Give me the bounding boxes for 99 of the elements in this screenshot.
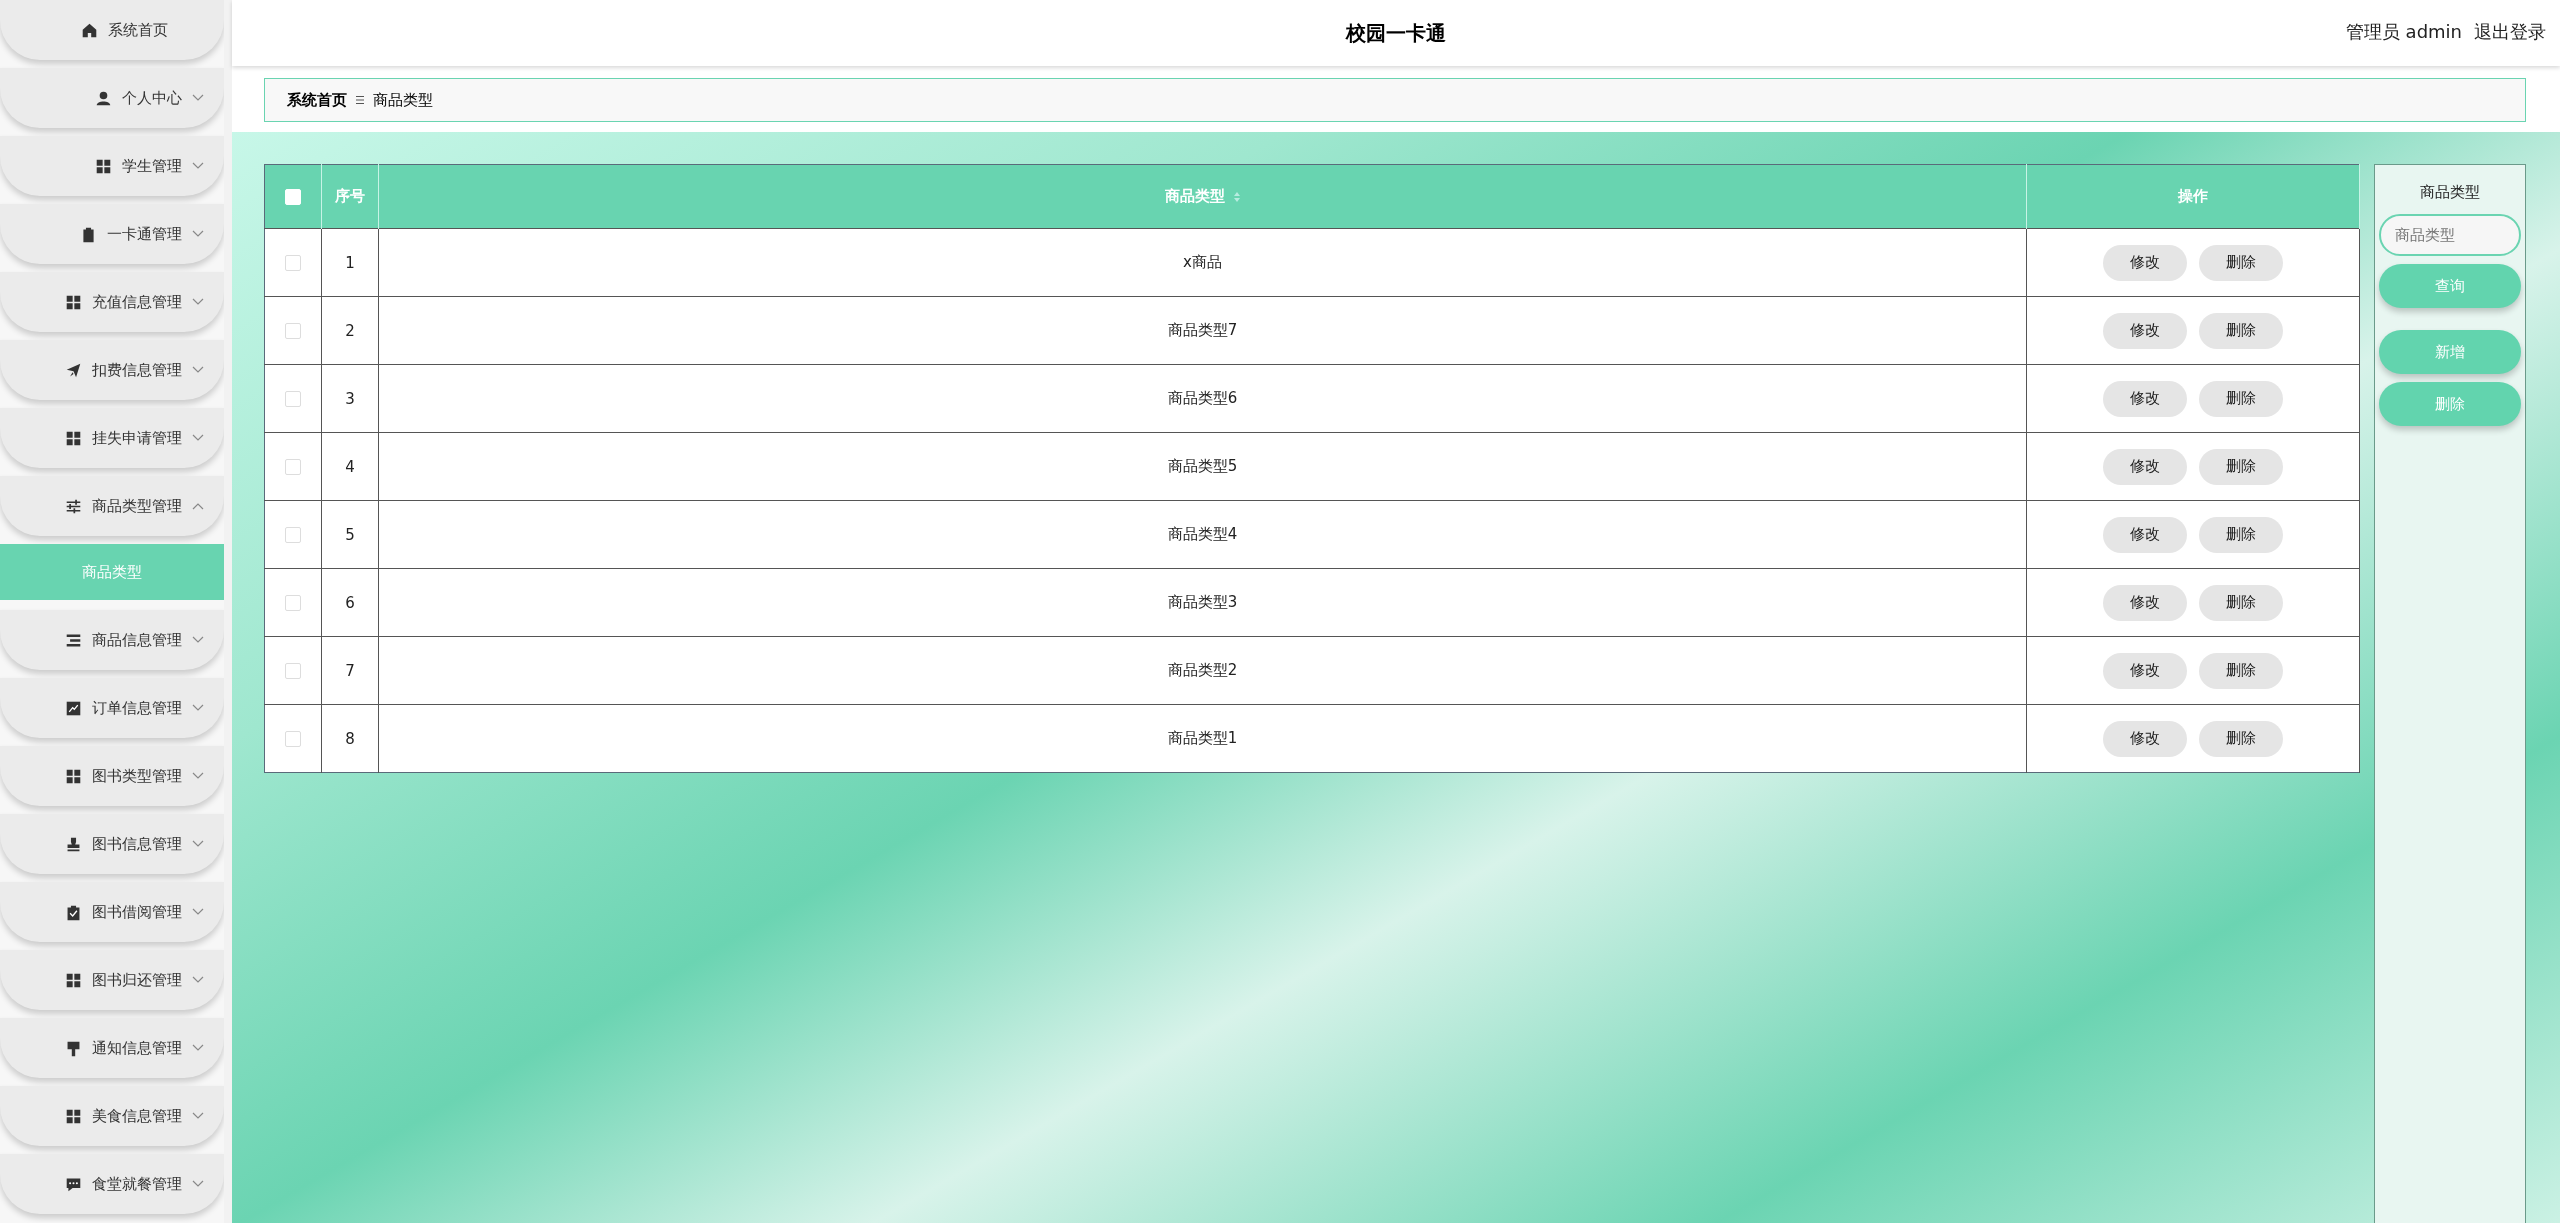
chevron-down-icon — [192, 636, 204, 644]
table-cell: 3 — [321, 364, 379, 433]
checkbox[interactable] — [285, 255, 301, 271]
table-cell: 商品类型5 — [378, 432, 2027, 501]
delete-button[interactable]: 删除 — [2199, 380, 2283, 417]
table-cell: 5 — [321, 500, 379, 569]
chevron-down-icon — [192, 704, 204, 712]
logout-link[interactable]: 退出登录 — [2474, 20, 2546, 44]
checkbox[interactable] — [285, 323, 301, 339]
table-cell: 6 — [321, 568, 379, 637]
table-cell: 商品类型7 — [378, 296, 2027, 365]
sidebar-item[interactable]: 扣费信息管理 — [0, 340, 224, 400]
chevron-down-icon — [192, 908, 204, 916]
delete-button[interactable]: 删除 — [2199, 516, 2283, 553]
table-cell: 1 — [321, 228, 379, 297]
table-cell: 4 — [321, 432, 379, 501]
checkbox[interactable] — [285, 459, 301, 475]
user-label: 管理员 admin — [2345, 20, 2462, 44]
edit-button[interactable]: 修改 — [2103, 312, 2187, 349]
sidebar-item[interactable]: 食堂就餐管理 — [0, 1154, 224, 1214]
grid-icon — [65, 293, 82, 311]
column-header: 序号 — [335, 187, 365, 205]
sidebar-item[interactable]: 系统首页 — [0, 0, 224, 60]
chevron-up-icon — [192, 502, 204, 510]
chevron-down-icon — [192, 162, 204, 170]
clipboard-icon — [80, 225, 97, 243]
signpost-icon — [65, 1039, 82, 1057]
table-cell: 8 — [321, 704, 379, 773]
edit-button[interactable]: 修改 — [2103, 244, 2187, 281]
paper-plane-icon — [65, 361, 82, 379]
chevron-down-icon — [192, 772, 204, 780]
delete-button[interactable]: 删除 — [2199, 312, 2283, 349]
table-cell: 商品类型3 — [378, 568, 2027, 637]
edit-button[interactable]: 修改 — [2103, 448, 2187, 485]
sidebar-item[interactable]: 图书类型管理 — [0, 746, 224, 806]
sidebar-item[interactable]: 挂失申请管理 — [0, 408, 224, 468]
delete-button[interactable]: 删除 — [2199, 244, 2283, 281]
chevron-down-icon — [192, 840, 204, 848]
grid-icon — [95, 157, 112, 175]
table-cell: 商品类型4 — [378, 500, 2027, 569]
home-icon — [81, 21, 98, 39]
checkbox[interactable] — [285, 527, 301, 543]
sidebar-item[interactable]: 一卡通管理 — [0, 204, 224, 264]
sidebar-item[interactable]: 商品类型管理 — [0, 476, 224, 536]
field-label: 商品类型 — [2420, 183, 2480, 202]
edit-button[interactable]: 修改 — [2103, 380, 2187, 417]
sidebar-item[interactable]: 个人中心 — [0, 68, 224, 128]
sidebar-item[interactable]: 图书借阅管理 — [0, 882, 224, 942]
sidebar-item[interactable]: 图书信息管理 — [0, 814, 224, 874]
edit-button[interactable]: 修改 — [2103, 516, 2187, 553]
app-title: 校园一卡通 — [1346, 19, 1446, 47]
column-header: 操作 — [2178, 187, 2208, 205]
chevron-down-icon — [192, 366, 204, 374]
search-field[interactable]: 商品类型 — [2379, 214, 2521, 256]
sidebar-item[interactable]: 图书归还管理 — [0, 950, 224, 1010]
column-header: 商品类型 — [1164, 187, 1225, 205]
table-cell: 商品类型1 — [378, 704, 2027, 773]
chevron-down-icon — [192, 434, 204, 442]
chevron-down-icon — [192, 94, 204, 102]
table-cell: 7 — [321, 636, 379, 705]
stamp-icon — [65, 835, 82, 853]
chevron-down-icon — [192, 976, 204, 984]
checkbox[interactable] — [285, 731, 301, 747]
delete-button[interactable]: 删除 — [2199, 720, 2283, 757]
sliders-icon — [65, 497, 82, 515]
breadcrumb-link[interactable]: 系统首页 — [287, 90, 347, 110]
chevron-down-icon — [192, 1112, 204, 1120]
delete-button[interactable]: 删除 — [2199, 448, 2283, 485]
edit-button[interactable]: 修改 — [2103, 584, 2187, 621]
sidebar-item[interactable]: 商品信息管理 — [0, 610, 224, 670]
sidebar-item[interactable]: 美食信息管理 — [0, 1086, 224, 1146]
table-cell: x商品 — [378, 228, 2027, 297]
user-icon — [95, 89, 112, 107]
grid-icon — [65, 971, 82, 989]
chart-icon — [65, 699, 82, 717]
grid-icon — [65, 767, 82, 785]
table-cell: 2 — [321, 296, 379, 365]
separator-icon — [355, 95, 365, 105]
table-cell: 商品类型2 — [378, 636, 2027, 705]
sidebar-item[interactable]: 学生管理 — [0, 136, 224, 196]
sort-icon[interactable] — [1232, 190, 1241, 203]
clipboard-check-icon — [65, 903, 82, 921]
grid-icon — [65, 1107, 82, 1125]
grid-icon — [65, 429, 82, 447]
checkbox[interactable] — [285, 595, 301, 611]
chevron-down-icon — [192, 298, 204, 306]
table-cell: 商品类型6 — [378, 364, 2027, 433]
chevron-down-icon — [192, 1044, 204, 1052]
delete-button[interactable]: 删除 — [2199, 584, 2283, 621]
sidebar-item[interactable]: 通知信息管理 — [0, 1018, 224, 1078]
checkbox[interactable] — [285, 663, 301, 679]
edit-button[interactable]: 修改 — [2103, 720, 2187, 757]
sidebar-item[interactable]: 充值信息管理 — [0, 272, 224, 332]
checkbox[interactable] — [285, 391, 301, 407]
edit-button[interactable]: 修改 — [2103, 652, 2187, 689]
chevron-down-icon — [192, 230, 204, 238]
delete-button[interactable]: 删除 — [2199, 652, 2283, 689]
chevron-down-icon — [192, 1180, 204, 1188]
sidebar-item[interactable]: 订单信息管理 — [0, 678, 224, 738]
